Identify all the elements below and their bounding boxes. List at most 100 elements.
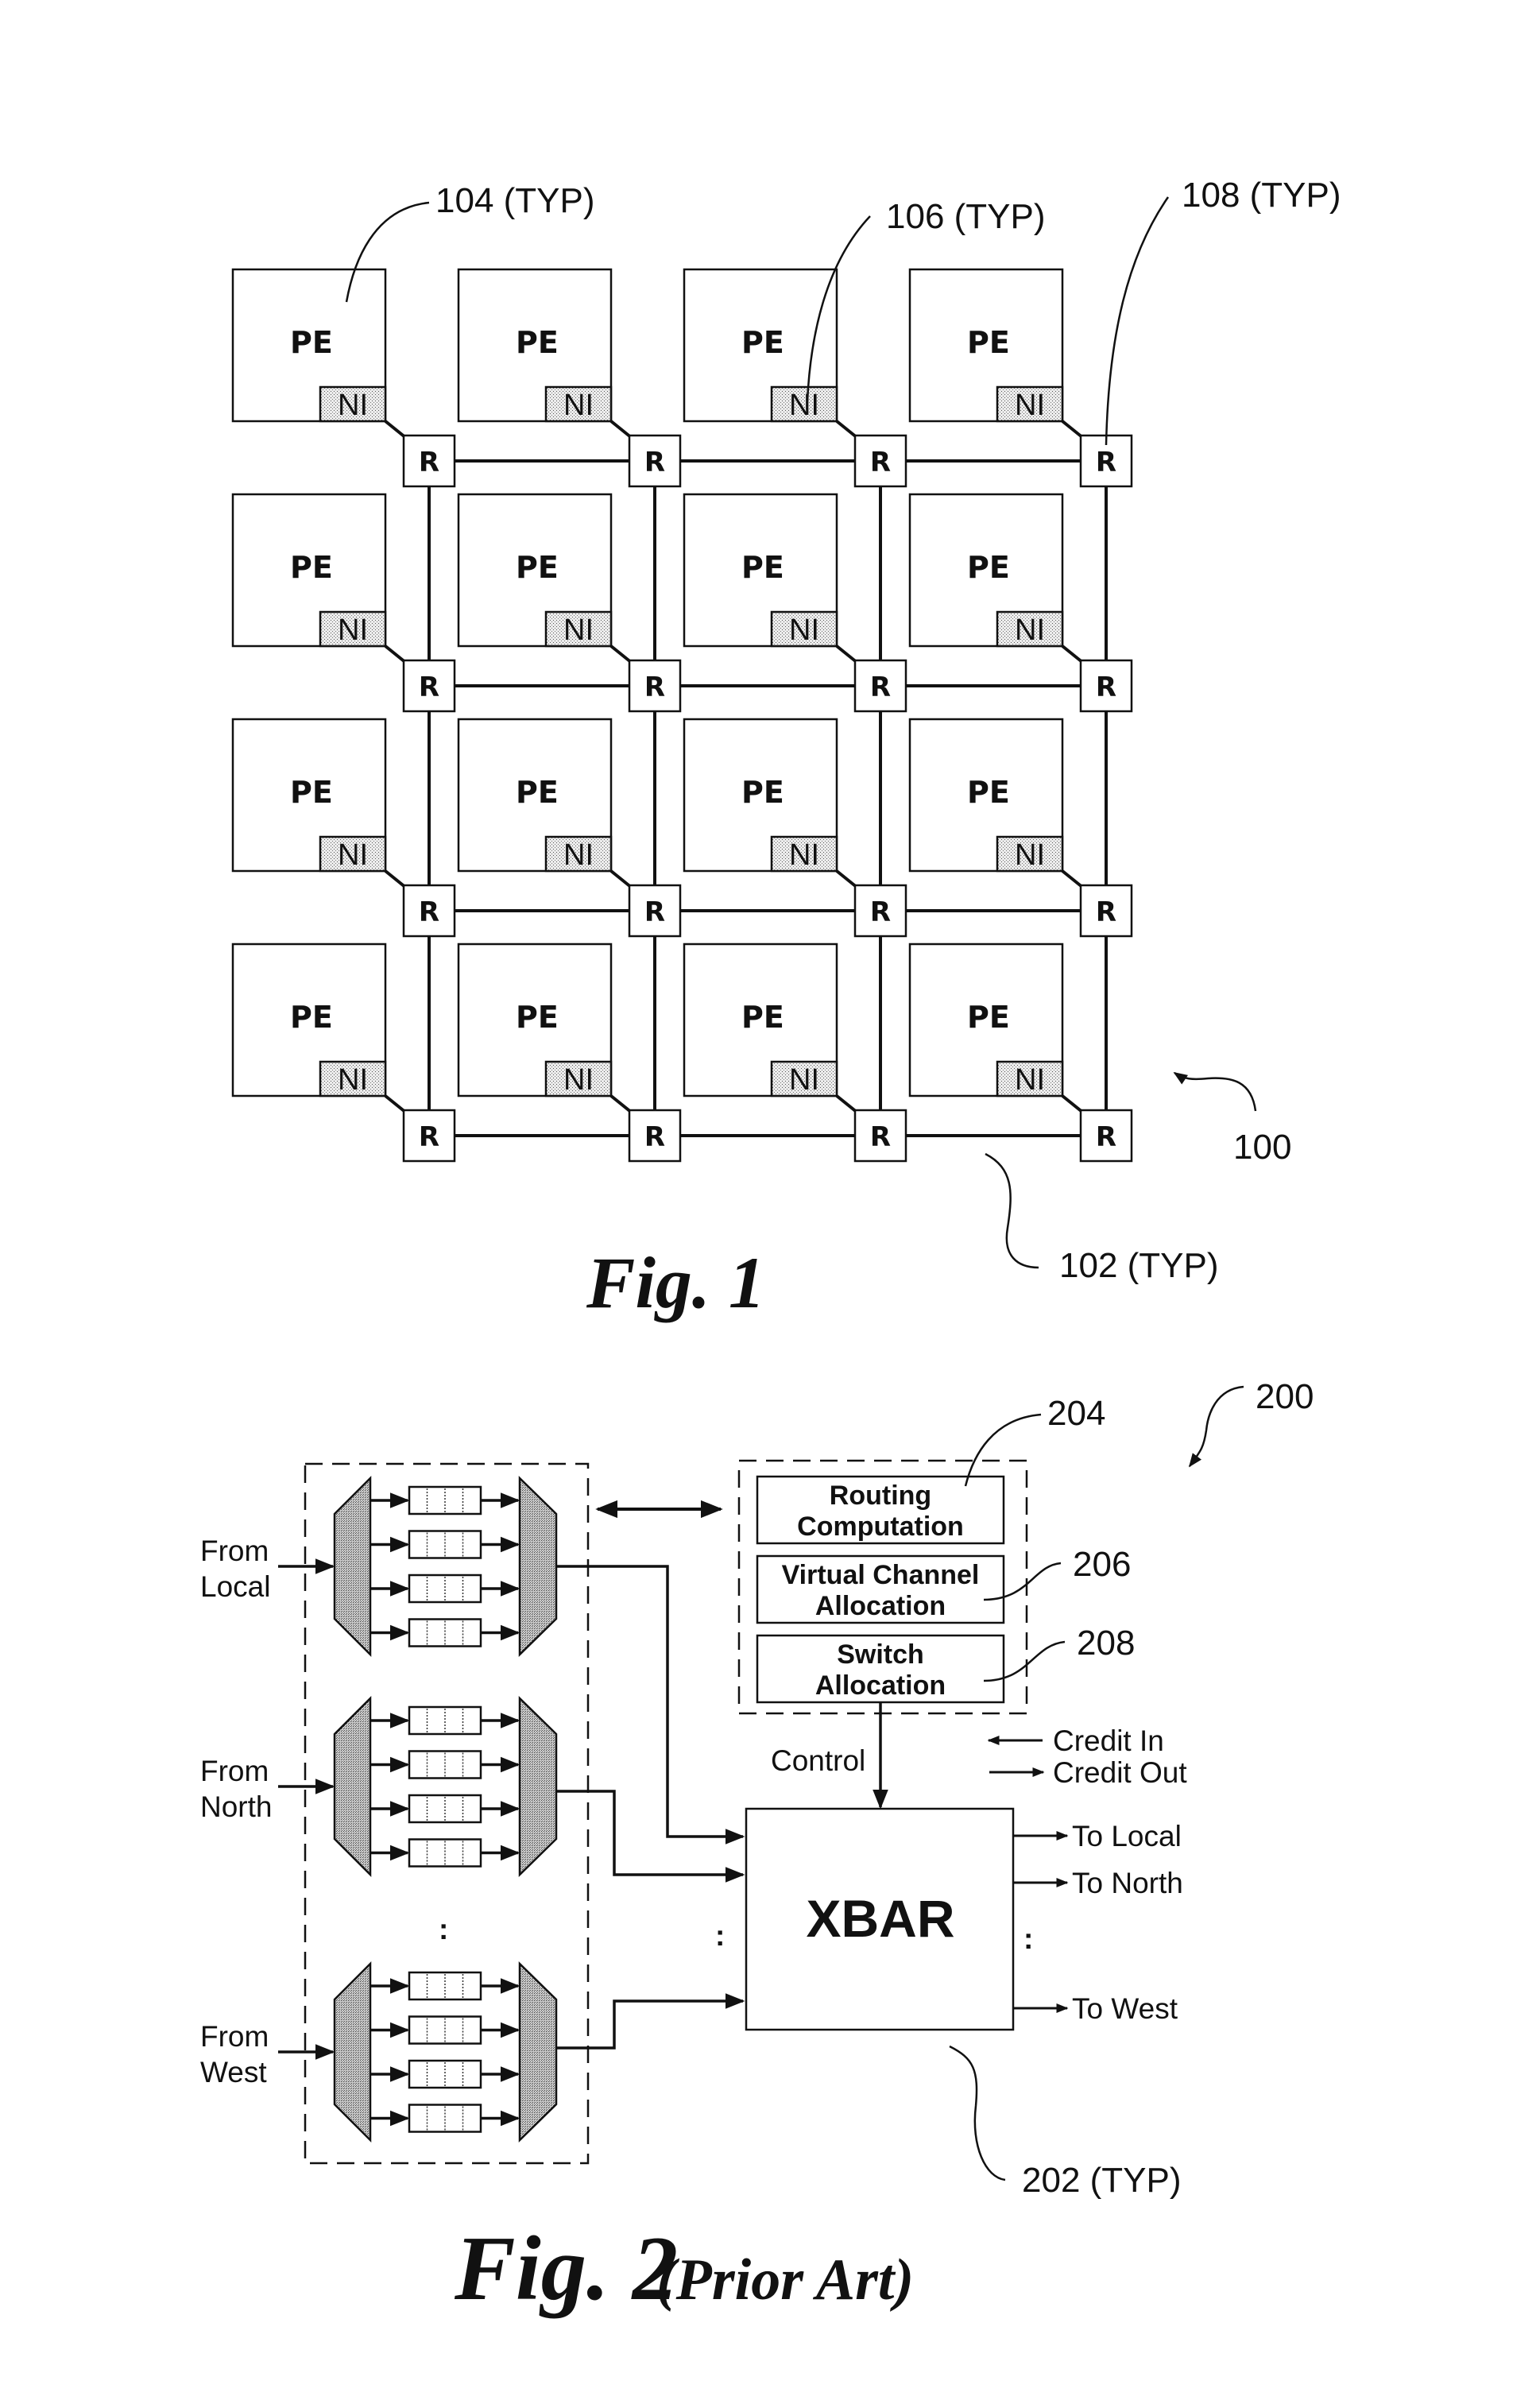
switch-alloc-line1: Switch (837, 1639, 924, 1670)
pe-label: PE (967, 325, 1010, 360)
leader-108 (1105, 196, 1170, 446)
switch-alloc-line2: Allocation (815, 1670, 946, 1701)
tile: PENI R (683, 943, 907, 1163)
output-label: To North (1072, 1867, 1183, 1899)
ni-label: NI (789, 838, 819, 872)
wire-local-to-xbar (556, 1565, 745, 1845)
router-label: R (419, 1121, 439, 1153)
router-label: R (419, 896, 439, 928)
tile: PENI R (908, 943, 1133, 1163)
tile: PENI R (908, 268, 1133, 488)
output-label: To West (1072, 1992, 1178, 2025)
pe-label: PE (290, 550, 333, 585)
tile: PENI R (231, 493, 456, 713)
switch-allocation-block: Switch Allocation (756, 1634, 1005, 1704)
leader-202 (949, 2045, 1006, 2181)
routing-line1: Routing (830, 1481, 931, 1511)
credit-out-label: Credit Out (1053, 1756, 1187, 1789)
ni-label: NI (1015, 389, 1045, 422)
input-ports: FromLocalFromNorthFromWest (200, 1475, 558, 2143)
tile: PENI R (908, 493, 1133, 713)
vc-buffer (408, 1794, 482, 1824)
pe-label: PE (516, 1000, 559, 1035)
pe-label: PE (967, 550, 1010, 585)
router-label: R (644, 1121, 665, 1153)
leader-102 (985, 1152, 1039, 1269)
vc-buffer (408, 1574, 482, 1604)
vc-buffer (408, 1530, 482, 1559)
router-label: R (1096, 1121, 1116, 1153)
ni-label: NI (563, 389, 594, 422)
demultiplexer (333, 1695, 372, 1878)
demultiplexer (333, 1475, 372, 1658)
figure-2-router-architecture: FromLocalFromNorthFromWest : Routing Com… (200, 1377, 1314, 2319)
xbar-outputs: To Local To North To West (1013, 1820, 1183, 2025)
patent-drawing-sheet: PENIRPENIRPENIRPENIRPENIRPENIRPENIRPENIR… (200, 176, 1341, 2319)
ni-label: NI (338, 389, 368, 422)
pe-label: PE (290, 775, 333, 810)
ref-label-106: 106 (TYP) (886, 197, 1046, 236)
xbar-output-ellipsis: : (1023, 1922, 1033, 1955)
tile: PENI R (457, 718, 682, 938)
tile: PENI R (457, 268, 682, 488)
ni-label: NI (563, 1063, 594, 1097)
vc-buffer (408, 1618, 482, 1647)
input-label-line2: Local (200, 1570, 270, 1603)
control-label: Control (771, 1744, 865, 1777)
demultiplexer (333, 1961, 372, 2143)
ni-label: NI (1015, 614, 1045, 647)
vc-alloc-line2: Allocation (815, 1591, 946, 1621)
vc-buffer (408, 2104, 482, 2133)
crossbar-label: XBAR (806, 1889, 954, 1948)
input-label-line1: From (200, 1755, 269, 1787)
ref-label-208: 208 (1077, 1624, 1135, 1663)
pe-label: PE (741, 325, 784, 360)
routing-computation-block: Routing Computation (756, 1475, 1005, 1545)
tile: PENI R (457, 943, 682, 1163)
ref-label-102: 102 (TYP) (1059, 1246, 1219, 1285)
router-label: R (644, 672, 665, 703)
tile: PENI R (683, 718, 907, 938)
ni-label: NI (1015, 1063, 1045, 1097)
wire-north-to-xbar (556, 1790, 745, 1883)
vc-buffer (408, 1750, 482, 1779)
tile: PENI R (231, 718, 456, 938)
input-label-line1: From (200, 2020, 269, 2053)
pe-label: PE (741, 775, 784, 810)
leader-200-arrow (1188, 1385, 1244, 1468)
ni-label: NI (1015, 838, 1045, 872)
pe-label: PE (967, 775, 1010, 810)
ref-label-100: 100 (1233, 1128, 1291, 1167)
pe-label: PE (741, 550, 784, 585)
ref-label-204: 204 (1047, 1394, 1105, 1433)
leader-204 (964, 1413, 1042, 1487)
pe-label: PE (741, 1000, 784, 1035)
input-label-line2: West (200, 2056, 267, 2088)
ni-label: NI (789, 614, 819, 647)
pe-label: PE (967, 1000, 1010, 1035)
router-label: R (644, 896, 665, 928)
tile: PENI R (683, 493, 907, 713)
ref-label-104: 104 (TYP) (435, 181, 595, 220)
ref-label-206: 206 (1073, 1545, 1131, 1584)
pe-label: PE (290, 325, 333, 360)
tile: PENI R (457, 493, 682, 713)
figure-2-prior-art: (Prior Art) (656, 2247, 914, 2313)
vc-allocation-block: Virtual Channel Allocation (756, 1554, 1005, 1624)
input-port-local: FromLocal (200, 1475, 558, 1658)
router-label: R (1096, 447, 1116, 478)
vc-buffer (408, 1705, 482, 1736)
credit-in-label: Credit In (1053, 1725, 1164, 1757)
vc-buffer (408, 2059, 482, 2089)
ni-label: NI (563, 614, 594, 647)
xbar-input-ellipsis: : (715, 1919, 725, 1952)
leader-100-arrow (1173, 1071, 1257, 1112)
pe-label: PE (516, 550, 559, 585)
input-port-north: FromNorth (200, 1695, 558, 1878)
figure-1-noc-mesh: PENIRPENIRPENIRPENIRPENIRPENIRPENIRPENIR… (231, 176, 1341, 1323)
ni-label: NI (338, 838, 368, 872)
router-label: R (1096, 672, 1116, 703)
router-label: R (419, 447, 439, 478)
tile: PENI R (231, 268, 456, 488)
tile: PENI R (231, 943, 456, 1163)
